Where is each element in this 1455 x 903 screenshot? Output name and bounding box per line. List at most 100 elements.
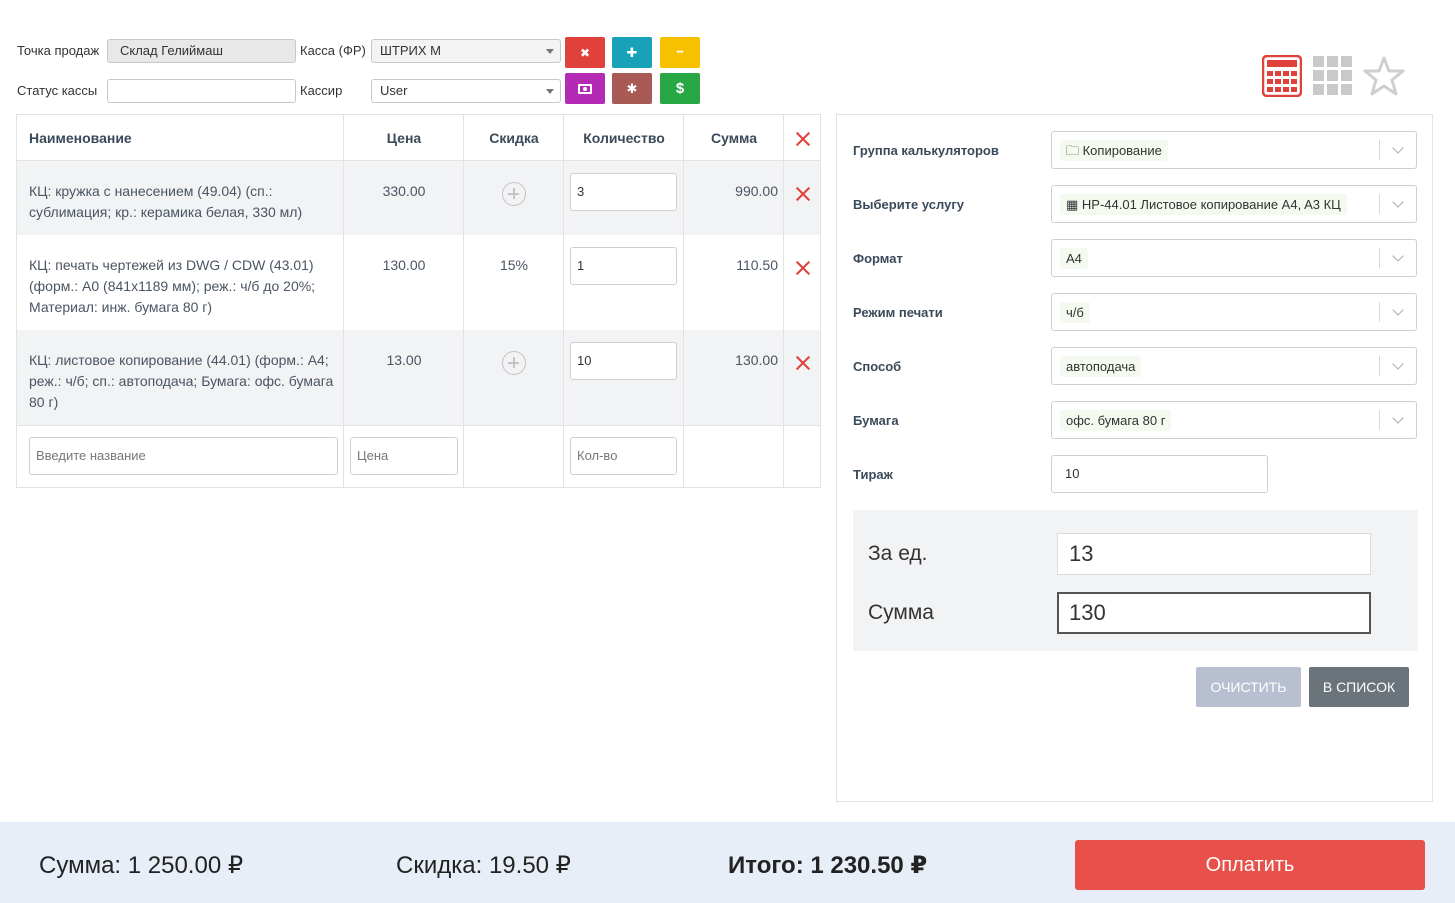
tirage-label: Тираж — [853, 467, 893, 482]
item-name: КЦ: листовое копирование (44.01) (форм.:… — [29, 352, 334, 410]
select-value: A4 — [1060, 248, 1088, 269]
caret-down-icon — [546, 89, 554, 94]
gear-icon: ✱ — [626, 80, 638, 96]
field-label: Способ — [853, 359, 902, 374]
select-value: автоподача — [1060, 356, 1142, 377]
header-discount: Скидка — [489, 130, 539, 146]
method-select[interactable]: автоподача — [1051, 347, 1417, 385]
pay-button[interactable]: Оплатить — [1075, 840, 1425, 890]
discount-total: Скидка: 19.50 ₽ — [396, 852, 571, 879]
item-qty-input[interactable]: 3 — [570, 173, 677, 211]
new-item-name-input[interactable]: Введите название — [29, 437, 338, 475]
select-separator — [1379, 356, 1380, 376]
select-separator — [1379, 194, 1380, 214]
sum-input[interactable]: 130 — [1057, 592, 1371, 634]
point-select[interactable]: Склад Гелиймаш — [107, 39, 296, 63]
chevron-down-icon — [1392, 196, 1404, 208]
close-icon: ✖ — [579, 45, 591, 60]
item-sum: 990.00 — [735, 183, 778, 199]
cashier-value: User — [380, 83, 408, 98]
calculator-panel: Группа калькуляторов 🗀 Копирование Выбер… — [836, 114, 1433, 802]
point-label: Точка продаж — [17, 43, 100, 58]
dollar-icon: $ — [675, 80, 685, 97]
caret-down-icon — [546, 49, 554, 54]
select-value: ч/б — [1060, 302, 1090, 323]
kassa-select[interactable]: ШТРИХ М — [371, 39, 561, 63]
select-separator — [1379, 302, 1380, 322]
item-sum: 110.50 — [736, 257, 778, 273]
select-value: ▦ НР-44.01 Листовое копирование A4, A3 К… — [1060, 194, 1347, 215]
select-separator — [1379, 248, 1380, 268]
dollar-button[interactable]: $ — [660, 73, 700, 104]
delete-row-icon[interactable] — [796, 261, 810, 275]
chevron-down-icon — [1392, 412, 1404, 424]
per-unit-input[interactable]: 13 — [1057, 533, 1371, 575]
paper-select[interactable]: офс. бумага 80 г — [1051, 401, 1417, 439]
clear-button[interactable]: ОЧИСТИТЬ — [1196, 667, 1301, 707]
cash-button[interactable] — [565, 73, 605, 104]
chevron-down-icon — [1392, 358, 1404, 370]
header-qty: Количество — [583, 130, 665, 146]
select-separator — [1379, 140, 1380, 160]
add-to-list-button[interactable]: В СПИСОК — [1309, 667, 1409, 707]
cart-table: Наименование Цена Скидка Количество Сумм… — [16, 114, 821, 488]
item-name: КЦ: кружка с нанесением (49.04) (сп.: су… — [29, 183, 303, 220]
cashier-label: Кассир — [300, 83, 343, 98]
status-label: Статус кассы — [17, 83, 98, 98]
item-price: 130.00 — [382, 257, 426, 273]
new-item-price-input[interactable]: Цена — [350, 437, 458, 475]
tirage-input[interactable]: 10 — [1051, 455, 1268, 493]
field-label: Режим печати — [853, 305, 943, 320]
calculator-icon[interactable] — [1261, 54, 1303, 98]
print-mode-select[interactable]: ч/б — [1051, 293, 1417, 331]
item-discount[interactable]: 15% — [464, 255, 564, 276]
header-sum: Сумма — [710, 130, 758, 146]
field-label: Выберите услугу — [853, 197, 964, 212]
item-price: 13.00 — [386, 352, 422, 368]
field-label: Бумага — [853, 413, 899, 428]
select-value: 🗀 Копирование — [1060, 140, 1168, 161]
item-sum: 130.00 — [735, 352, 778, 368]
sum-total: Сумма: 1 250.00 ₽ — [39, 852, 244, 879]
star-icon[interactable] — [1363, 55, 1405, 97]
item-price: 330.00 — [382, 183, 426, 199]
totals-footer: Сумма: 1 250.00 ₽ Скидка: 19.50 ₽ Итого:… — [0, 822, 1455, 903]
col-divider — [463, 115, 464, 487]
minus-icon: ━ — [676, 47, 684, 58]
result-box: За ед. 13 Сумма 130 — [853, 510, 1418, 651]
col-divider — [343, 115, 344, 487]
item-name: КЦ: печать чертежей из DWG / CDW (43.01)… — [29, 257, 316, 315]
chevron-down-icon — [1392, 142, 1404, 154]
kassa-value: ШТРИХ М — [380, 43, 441, 58]
settings-button[interactable]: ✱ — [612, 73, 652, 104]
cashier-select[interactable]: User — [371, 79, 561, 103]
col-divider — [683, 115, 684, 487]
deposit-button[interactable]: ✚ — [612, 37, 652, 68]
grid-icon[interactable] — [1313, 56, 1353, 96]
kassa-label: Касса (ФР) — [300, 43, 366, 58]
service-select[interactable]: ▦ НР-44.01 Листовое копирование A4, A3 К… — [1051, 185, 1417, 223]
add-discount-icon[interactable] — [502, 351, 526, 375]
per-unit-label: За ед. — [868, 542, 928, 565]
withdraw-button[interactable]: ━ — [660, 37, 700, 68]
field-label: Формат — [853, 251, 903, 266]
close-shift-button[interactable]: ✖ — [565, 37, 605, 68]
clear-all-icon[interactable] — [796, 132, 810, 146]
col-divider — [783, 115, 784, 487]
chevron-down-icon — [1392, 250, 1404, 262]
new-item-qty-input[interactable]: Кол-во — [570, 437, 677, 475]
field-label: Группа калькуляторов — [853, 143, 999, 158]
money-bill-icon — [578, 83, 592, 94]
calculator-group-select[interactable]: 🗀 Копирование — [1051, 131, 1417, 169]
add-discount-icon[interactable] — [502, 182, 526, 206]
grand-total: Итого: 1 230.50 ₽ — [728, 852, 928, 879]
item-qty-input[interactable]: 1 — [570, 247, 677, 285]
status-input[interactable] — [107, 79, 296, 103]
plus-icon: ✚ — [626, 44, 638, 60]
select-value: офс. бумага 80 г — [1060, 410, 1172, 431]
item-qty-input[interactable]: 10 — [570, 342, 677, 380]
delete-row-icon[interactable] — [796, 187, 810, 201]
delete-row-icon[interactable] — [796, 356, 810, 370]
format-select[interactable]: A4 — [1051, 239, 1417, 277]
header-name: Наименование — [29, 130, 132, 146]
